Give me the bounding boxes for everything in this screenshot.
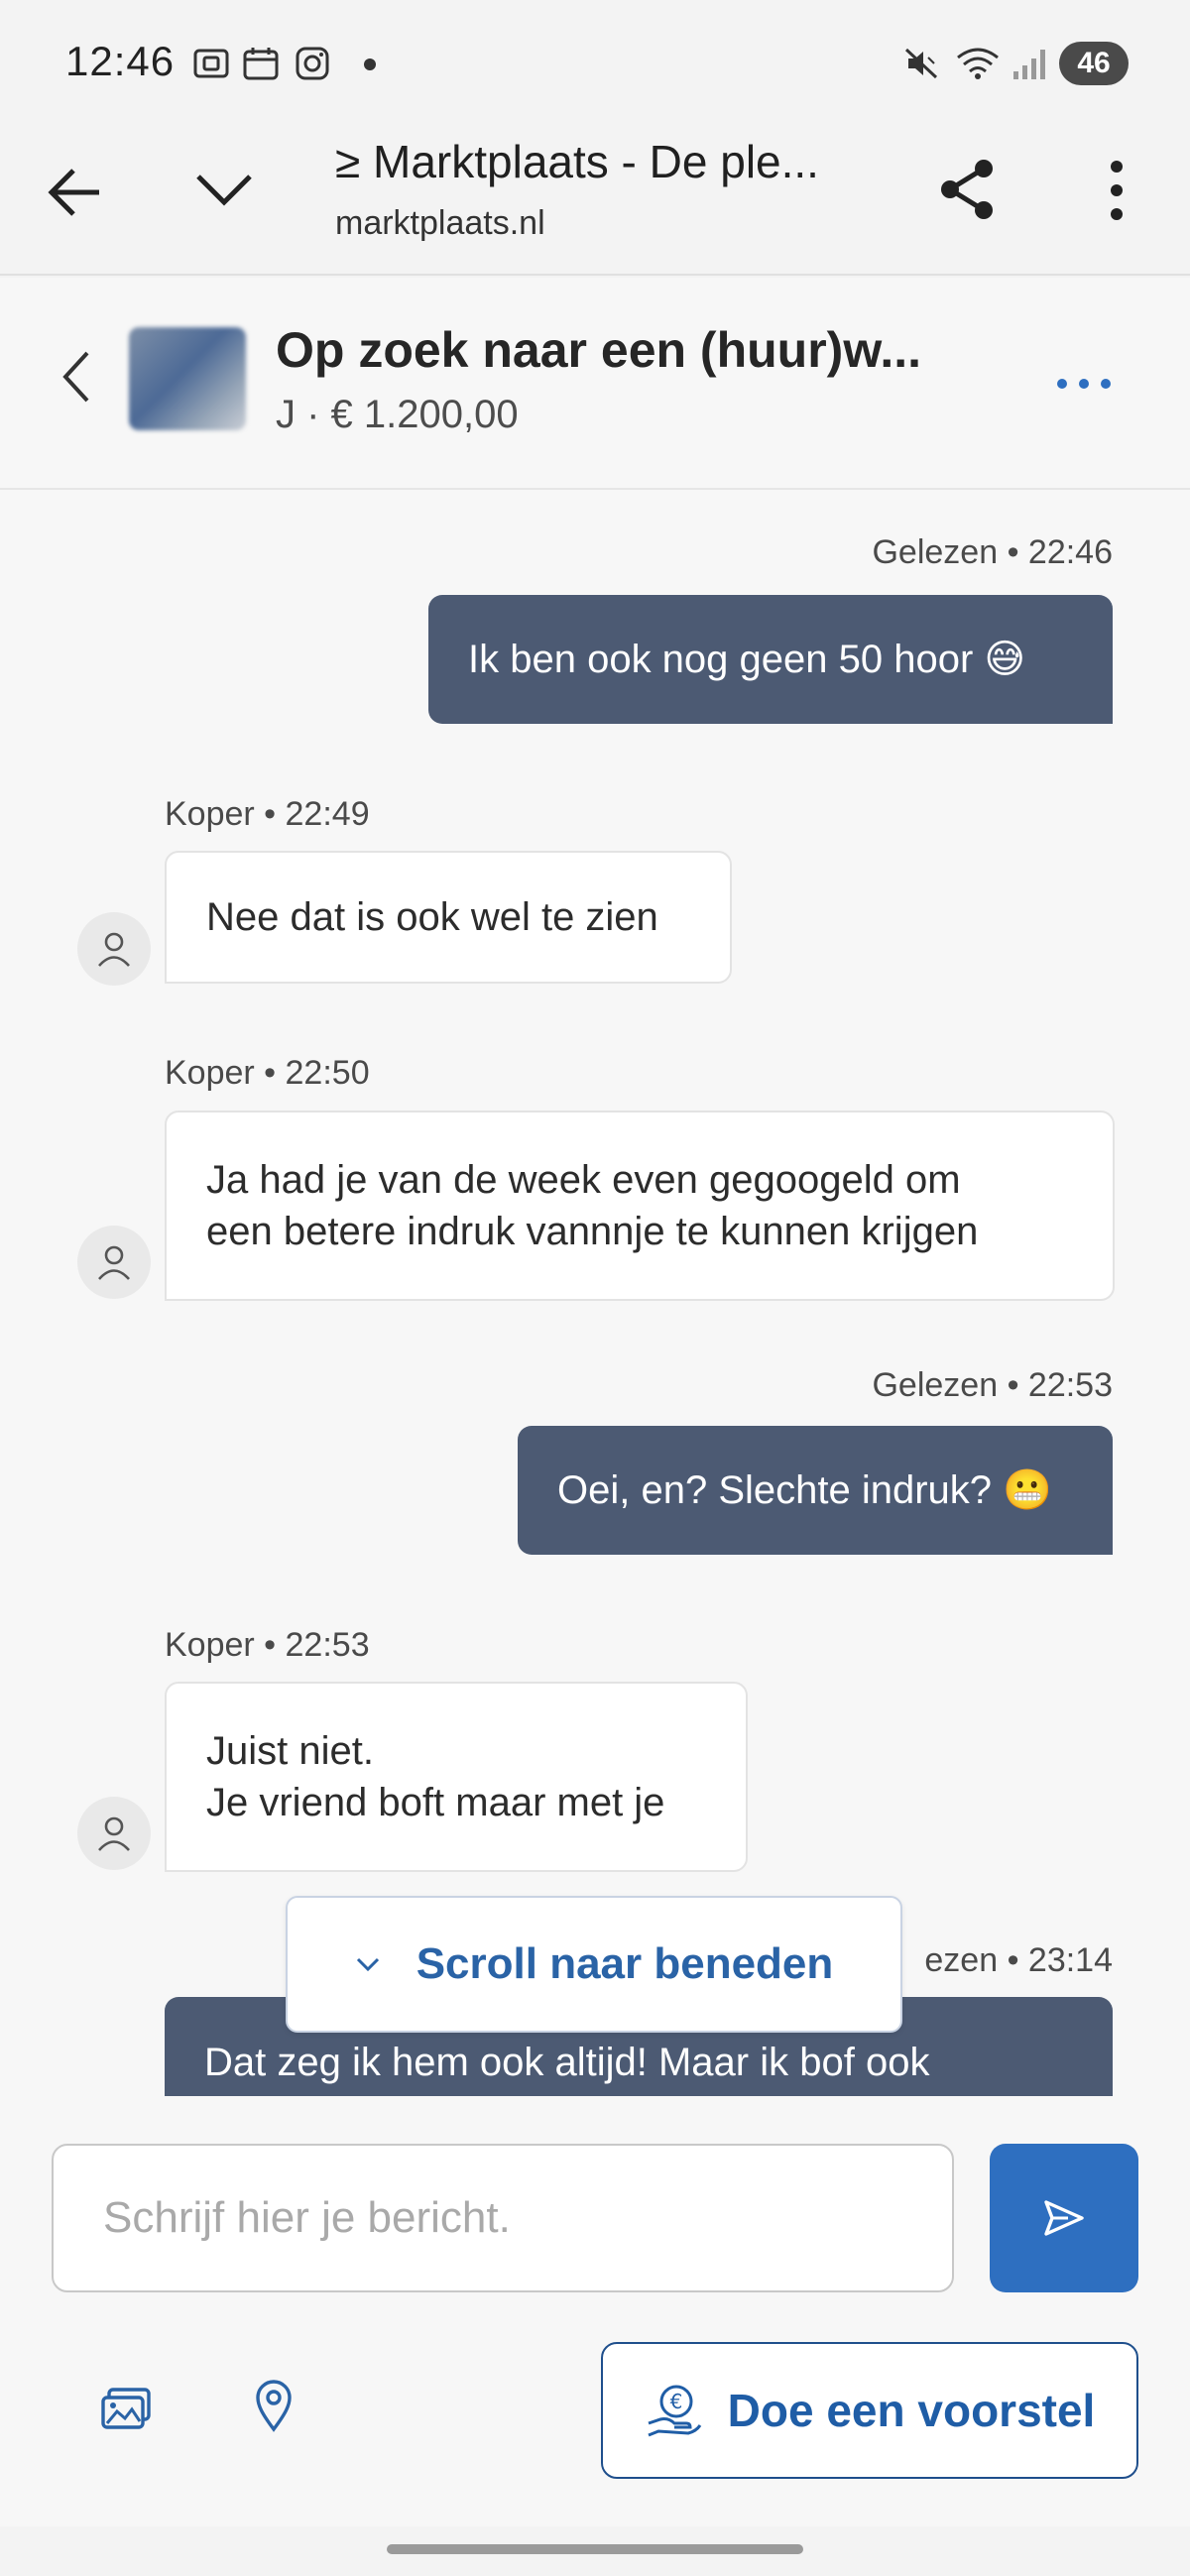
message-bubble-incoming[interactable]: Ja had je van de week even gegoogeld om … bbox=[165, 1111, 1115, 1301]
location-pin-icon[interactable] bbox=[254, 2380, 294, 2433]
scroll-down-button[interactable]: Scroll naar beneden bbox=[286, 1896, 902, 2033]
message-text: Ja had je van de week even gegoogeld om bbox=[206, 1158, 961, 1202]
scroll-down-label: Scroll naar beneden bbox=[416, 1939, 834, 1988]
back-arrow-icon[interactable] bbox=[46, 165, 105, 220]
calendar-icon bbox=[243, 48, 279, 80]
message-meta: Koper • 22:49 bbox=[165, 795, 370, 833]
browser-url[interactable]: marktplaats.nl bbox=[335, 204, 545, 243]
avatar bbox=[77, 912, 151, 986]
send-icon bbox=[1044, 2200, 1084, 2236]
battery-indicator: 46 bbox=[1059, 42, 1129, 85]
message-text: Nee dat is ook wel te zien bbox=[206, 895, 658, 939]
message-text: Oei, en? Slechte indruk? 😬 bbox=[557, 1468, 1052, 1512]
message-meta: Koper • 22:53 bbox=[165, 1626, 370, 1664]
user-icon bbox=[98, 1245, 130, 1280]
avatar bbox=[77, 1797, 151, 1870]
make-offer-label: Doe een voorstel bbox=[727, 2385, 1096, 2436]
send-button[interactable] bbox=[990, 2144, 1138, 2292]
message-text: Juist niet. bbox=[206, 1729, 374, 1773]
signal-icon bbox=[1013, 50, 1045, 79]
message-text: Dat zeg ik hem ook altijd! Maar ik bof o… bbox=[204, 2041, 930, 2084]
share-icon[interactable] bbox=[936, 157, 998, 222]
photo-upload-icon[interactable] bbox=[99, 2386, 153, 2431]
browser-page-title[interactable]: ≥ Marktplaats - De ple... bbox=[335, 135, 819, 188]
message-bubble-incoming[interactable]: Nee dat is ook wel te zien bbox=[165, 851, 732, 984]
message-input[interactable] bbox=[52, 2144, 954, 2292]
more-vertical-icon[interactable] bbox=[1103, 159, 1130, 222]
message-bubble-outgoing[interactable]: Oei, en? Slechte indruk? 😬 bbox=[518, 1426, 1113, 1555]
notification-dot-icon bbox=[364, 59, 376, 70]
svg-text:€: € bbox=[669, 2390, 682, 2413]
message-bubble-incoming[interactable]: Juist niet. Je vriend boft maar met je bbox=[165, 1682, 748, 1872]
user-icon bbox=[98, 1816, 130, 1851]
status-time: 12:46 bbox=[65, 38, 176, 84]
message-meta: Gelezen • 22:46 bbox=[872, 533, 1113, 571]
chevron-down-icon[interactable] bbox=[194, 169, 254, 212]
wifi-icon bbox=[957, 48, 999, 79]
message-text: Ik ben ook nog geen 50 hoor 😅 bbox=[468, 638, 1026, 681]
message-meta: Koper • 22:50 bbox=[165, 1054, 370, 1092]
listing-thumbnail[interactable] bbox=[129, 327, 246, 430]
avatar bbox=[77, 1226, 151, 1299]
message-bubble-outgoing[interactable]: Ik ben ook nog geen 50 hoor 😅 bbox=[428, 595, 1113, 724]
make-offer-button[interactable]: € Doe een voorstel bbox=[601, 2342, 1138, 2479]
message-meta: ezen • 23:14 bbox=[924, 1941, 1113, 1979]
message-meta: Gelezen • 22:53 bbox=[872, 1366, 1113, 1404]
chevron-down-icon bbox=[356, 1957, 379, 1972]
mute-icon bbox=[904, 48, 938, 79]
screenshot-icon bbox=[193, 49, 229, 78]
message-text: Je vriend boft maar met je bbox=[206, 1781, 665, 1824]
euro-hand-icon: € bbox=[648, 2385, 701, 2437]
conversation-subtitle: J · € 1.200,00 bbox=[276, 393, 519, 436]
chevron-left-icon[interactable] bbox=[61, 349, 91, 405]
instagram-icon bbox=[296, 47, 329, 80]
gesture-nav-handle[interactable] bbox=[387, 2544, 803, 2554]
message-text: een betere indruk vannnje te kunnen krij… bbox=[206, 1210, 979, 1253]
conversation-title[interactable]: Op zoek naar een (huur)w... bbox=[276, 321, 921, 379]
more-horizontal-icon[interactable] bbox=[1055, 377, 1113, 391]
user-icon bbox=[98, 932, 130, 967]
